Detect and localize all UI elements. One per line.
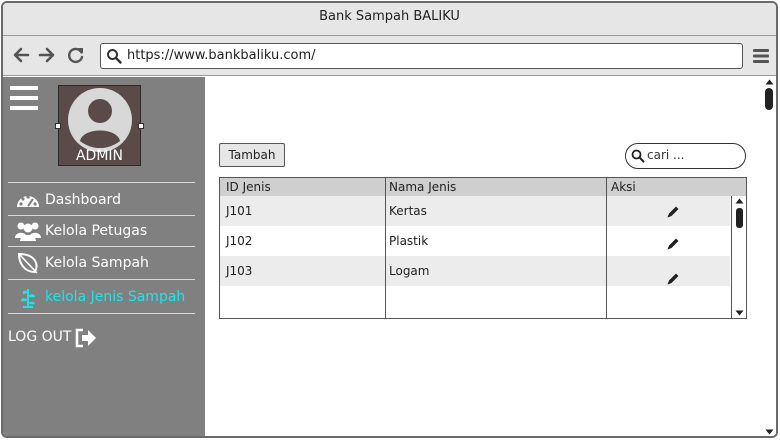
cell-id: J102 bbox=[226, 234, 253, 248]
menu-divider bbox=[8, 182, 195, 183]
logout-label: LOG OUT bbox=[8, 329, 72, 345]
menu-divider bbox=[8, 313, 195, 314]
column-header-aksi: Aksi bbox=[611, 180, 636, 194]
back-arrow-icon[interactable] bbox=[11, 45, 31, 65]
reload-icon[interactable] bbox=[66, 45, 86, 65]
logout-arrow-icon bbox=[75, 328, 96, 348]
resize-handle bbox=[138, 123, 144, 129]
add-button[interactable]: Tambah bbox=[219, 143, 285, 167]
table-row[interactable]: J101 Kertas bbox=[220, 196, 730, 226]
sidebar: ADMIN Dashboard Kelola Petugas Kelola Sa… bbox=[3, 77, 205, 436]
sidebar-item-kelola-sampah[interactable]: Kelola Sampah bbox=[15, 249, 200, 277]
sidebar-item-kelola-jenis-sampah[interactable]: kelola Jenis Sampah bbox=[15, 283, 200, 311]
scroll-down-icon[interactable] bbox=[735, 310, 744, 316]
sidebar-item-kelola-petugas[interactable]: Kelola Petugas bbox=[15, 217, 200, 245]
plant-icon bbox=[21, 289, 35, 308]
table-row[interactable]: J103 Logam bbox=[220, 256, 730, 286]
sidebar-toggle-icon[interactable] bbox=[10, 85, 38, 111]
avatar-icon bbox=[68, 88, 132, 152]
search-placeholder: cari ... bbox=[647, 148, 685, 162]
scroll-up-icon[interactable] bbox=[765, 79, 774, 85]
address-bar[interactable]: https://www.bankbaliku.com/ bbox=[100, 43, 743, 69]
column-divider bbox=[606, 178, 607, 318]
table-row bbox=[220, 286, 730, 316]
cell-nama: Kertas bbox=[389, 204, 427, 218]
cell-nama: Logam bbox=[389, 264, 430, 278]
browser-toolbar: https://www.bankbaliku.com/ bbox=[3, 36, 776, 76]
search-icon bbox=[631, 149, 645, 163]
scrollbar-thumb[interactable] bbox=[765, 88, 773, 110]
page-scrollbar[interactable] bbox=[761, 77, 776, 436]
table-row[interactable]: J102 Plastik bbox=[220, 226, 730, 256]
column-divider bbox=[385, 178, 386, 318]
sidebar-item-label: Kelola Petugas bbox=[45, 223, 148, 239]
admin-profile[interactable]: ADMIN bbox=[55, 85, 144, 166]
column-header-id: ID Jenis bbox=[226, 180, 271, 194]
role-label: ADMIN bbox=[75, 148, 124, 164]
jenis-sampah-table: ID Jenis Nama Jenis Aksi J101 Kertas J10… bbox=[219, 177, 747, 319]
table-header: ID Jenis Nama Jenis Aksi bbox=[220, 178, 746, 196]
scroll-up-icon[interactable] bbox=[735, 198, 744, 204]
window-title: Bank Sampah BALIKU bbox=[3, 3, 776, 36]
menu-divider bbox=[8, 279, 195, 280]
hamburger-menu-icon[interactable] bbox=[752, 47, 770, 65]
main-content: Tambah cari ... ID Jenis Nama Jenis Aksi… bbox=[205, 77, 761, 436]
cell-nama: Plastik bbox=[389, 234, 429, 248]
pencil-edit-icon[interactable] bbox=[666, 272, 680, 286]
url-text: https://www.bankbaliku.com/ bbox=[127, 48, 316, 63]
resize-handle bbox=[55, 123, 61, 129]
sidebar-item-label: Dashboard bbox=[45, 192, 121, 208]
column-header-nama: Nama Jenis bbox=[389, 180, 457, 194]
table-scrollbar[interactable] bbox=[731, 196, 746, 318]
users-group-icon bbox=[15, 222, 41, 241]
pencil-edit-icon[interactable] bbox=[666, 205, 680, 219]
sidebar-item-dashboard[interactable]: Dashboard bbox=[15, 186, 200, 214]
browser-window: Bank Sampah BALIKU https://www.bankbalik… bbox=[1, 1, 778, 438]
menu-divider bbox=[8, 215, 195, 216]
cell-id: J101 bbox=[226, 204, 253, 218]
search-input[interactable]: cari ... bbox=[625, 143, 746, 169]
sidebar-item-label: Kelola Sampah bbox=[45, 255, 149, 271]
pencil-edit-icon[interactable] bbox=[666, 237, 680, 251]
cell-id: J103 bbox=[226, 264, 253, 278]
search-icon bbox=[107, 49, 122, 64]
dashboard-gauge-icon bbox=[17, 195, 39, 207]
forward-arrow-icon[interactable] bbox=[37, 45, 57, 65]
leaf-icon bbox=[17, 252, 38, 274]
menu-divider bbox=[8, 246, 195, 247]
sidebar-item-label: kelola Jenis Sampah bbox=[45, 289, 186, 305]
scroll-down-icon[interactable] bbox=[765, 429, 774, 435]
scrollbar-thumb[interactable] bbox=[736, 208, 743, 228]
